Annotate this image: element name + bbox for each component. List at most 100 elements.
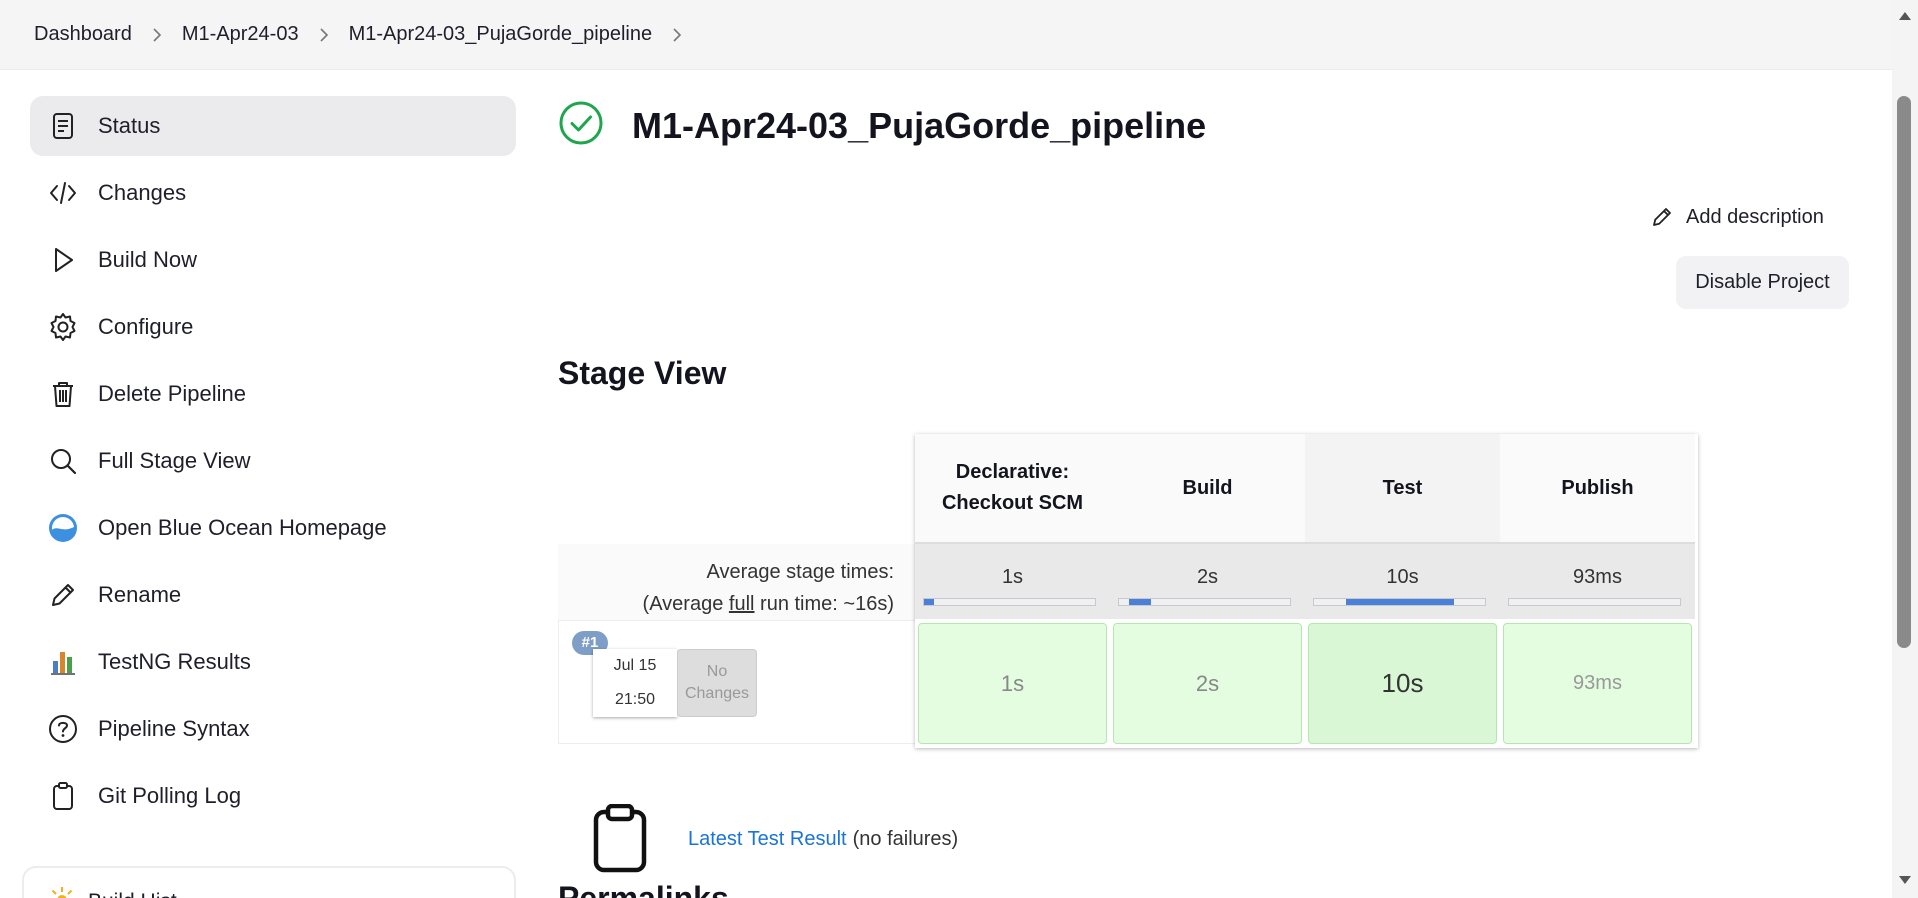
stage-column: Build 2s 2s [1110,434,1305,744]
stage-name: Declarative: [955,461,1070,483]
job-header: M1-Apr24-03_PujaGorde_pipeline [558,100,1206,151]
chart-icon [48,647,78,677]
sidebar-item-label: Open Blue Ocean Homepage [98,515,387,540]
status-icon [48,111,78,141]
stage-cell-success[interactable]: 1s [918,623,1107,744]
sidebar-item-changes[interactable]: Changes [30,163,516,223]
breadcrumb-folder[interactable]: M1-Apr24-03 [182,23,299,46]
avg-suffix: run time: ~16s) [754,593,894,615]
clipboard-icon [593,804,647,873]
breadcrumb-dashboard[interactable]: Dashboard [34,23,132,46]
average-run-time-label: (Average full run time: ~16s) [558,588,894,620]
stage-average-time: 93ms [1573,566,1622,588]
stage-average-bar-fill [1129,599,1151,605]
build-timestamp: Jul 15 21:50 [593,649,677,717]
stage-cell-success[interactable]: 93ms [1503,623,1692,744]
sidebar-item-label: Full Stage View [98,448,251,473]
average-stage-times-label: Average stage times: [706,561,894,583]
breadcrumb-job[interactable]: M1-Apr24-03_PujaGorde_pipeline [349,23,653,46]
sidebar-item-label: Rename [98,582,182,607]
stage-average-bar-fill [924,599,934,605]
permalinks-title: Permalinks [558,880,729,898]
stage-name-line2: Checkout SCM [941,492,1084,514]
build-history-title: Build Hist [88,890,177,898]
gear-icon [48,312,78,342]
sidebar-item-label: Changes [98,180,187,205]
sidebar-item-status[interactable]: Status [30,96,516,156]
stage-average-time: 2s [1196,566,1219,588]
stage-average-bar [1118,598,1291,606]
sidebar-item-label: Pipeline Syntax [98,716,250,741]
stage-average-bar [1508,598,1681,606]
sidebar-item-label: Status [98,113,161,138]
sidebar-item-label: Delete Pipeline [98,381,246,406]
stage-average: 1s [915,542,1110,619]
stage-header: Declarative: Checkout SCM [915,434,1110,542]
jenkins-job-page: Dashboard M1-Apr24-03 M1-Apr24-03_PujaGo… [0,0,1918,898]
sidebar-item-configure[interactable]: Configure [30,297,516,357]
code-icon [48,178,78,208]
scrollbar[interactable] [1892,0,1918,898]
sidebar-item-git-polling-log[interactable]: Git Polling Log [30,766,516,826]
scroll-up-arrow-icon[interactable] [1899,12,1911,20]
no-changes-line2: Changes [684,685,750,702]
stage-average-time: 10s [1386,566,1419,588]
scroll-down-arrow-icon[interactable] [1899,876,1911,884]
success-check-icon [558,100,604,151]
sidebar-item-blue-ocean[interactable]: Open Blue Ocean Homepage [30,498,516,558]
build-date: Jul 15 [613,657,657,674]
stage-average-bar-fill [1346,599,1454,605]
average-stage-times: Average stage times: (Average full run t… [558,544,915,620]
disable-project-button[interactable]: Disable Project [1676,256,1849,309]
sidebar-item-build-now[interactable]: Build Now [30,230,516,290]
sidebar-item-full-stage-view[interactable]: Full Stage View [30,431,516,491]
no-changes-line1: No [706,663,728,680]
pencil-icon [1653,208,1671,226]
stage-cell-success[interactable]: 10s [1308,623,1497,744]
avg-prefix: (Average [642,593,729,615]
stage-column: Declarative: Checkout SCM 1s 1s [915,434,1110,744]
clipboard-icon [48,781,78,811]
latest-test-result: Latest Test Result (no failures) [592,804,958,874]
stage-cell-success[interactable]: 2s [1113,623,1302,744]
chevron-right-icon[interactable] [132,27,182,43]
chevron-right-icon[interactable] [652,27,702,43]
page-title: M1-Apr24-03_PujaGorde_pipeline [632,104,1207,146]
sidebar-item-pipeline-syntax[interactable]: Pipeline Syntax [30,699,516,759]
trash-icon [48,379,78,409]
stage-name: Publish [1561,476,1634,499]
sidebar-item-rename[interactable]: Rename [30,565,516,625]
blue-ocean-icon [48,513,78,543]
stage-name: Test [1382,476,1423,499]
help-icon [48,714,78,744]
chevron-right-icon[interactable] [299,27,349,43]
stage-view-table: Declarative: Checkout SCM 1s 1s Build 2s … [915,434,1698,748]
sidebar: Status Changes Build Now Configure Delet… [30,96,516,833]
stage-average: 93ms [1500,542,1695,619]
stage-average-bar [1313,598,1486,606]
stage-average: 2s [1110,542,1305,619]
add-description-label: Add description [1686,205,1824,228]
stage-header: Test [1305,434,1500,542]
sidebar-item-label: Build Now [98,247,198,272]
build-time: 21:50 [614,691,656,708]
sidebar-item-testng-results[interactable]: TestNG Results [30,632,516,692]
search-icon [48,446,78,476]
sun-icon [48,886,76,898]
build-run-row: #1 Jul 15 21:50 No Changes [558,620,915,744]
test-result-note: (no failures) [852,827,959,850]
stage-average: 10s [1305,542,1500,619]
stage-column: Test 10s 10s [1305,434,1500,744]
breadcrumb: Dashboard M1-Apr24-03 M1-Apr24-03_PujaGo… [0,0,1892,70]
stage-name: Build [1182,476,1233,499]
sidebar-item-label: Configure [98,314,194,339]
full-run-link[interactable]: full [729,593,755,615]
sidebar-item-delete-pipeline[interactable]: Delete Pipeline [30,364,516,424]
scrollbar-thumb[interactable] [1897,96,1911,648]
add-description-link[interactable]: Add description [1650,205,1824,229]
latest-test-result-link[interactable]: Latest Test Result [688,828,847,851]
stage-view-title: Stage View [558,355,727,391]
stage-header: Publish [1500,434,1695,542]
stage-column: Publish 93ms 93ms [1500,434,1695,744]
play-icon [48,245,78,275]
